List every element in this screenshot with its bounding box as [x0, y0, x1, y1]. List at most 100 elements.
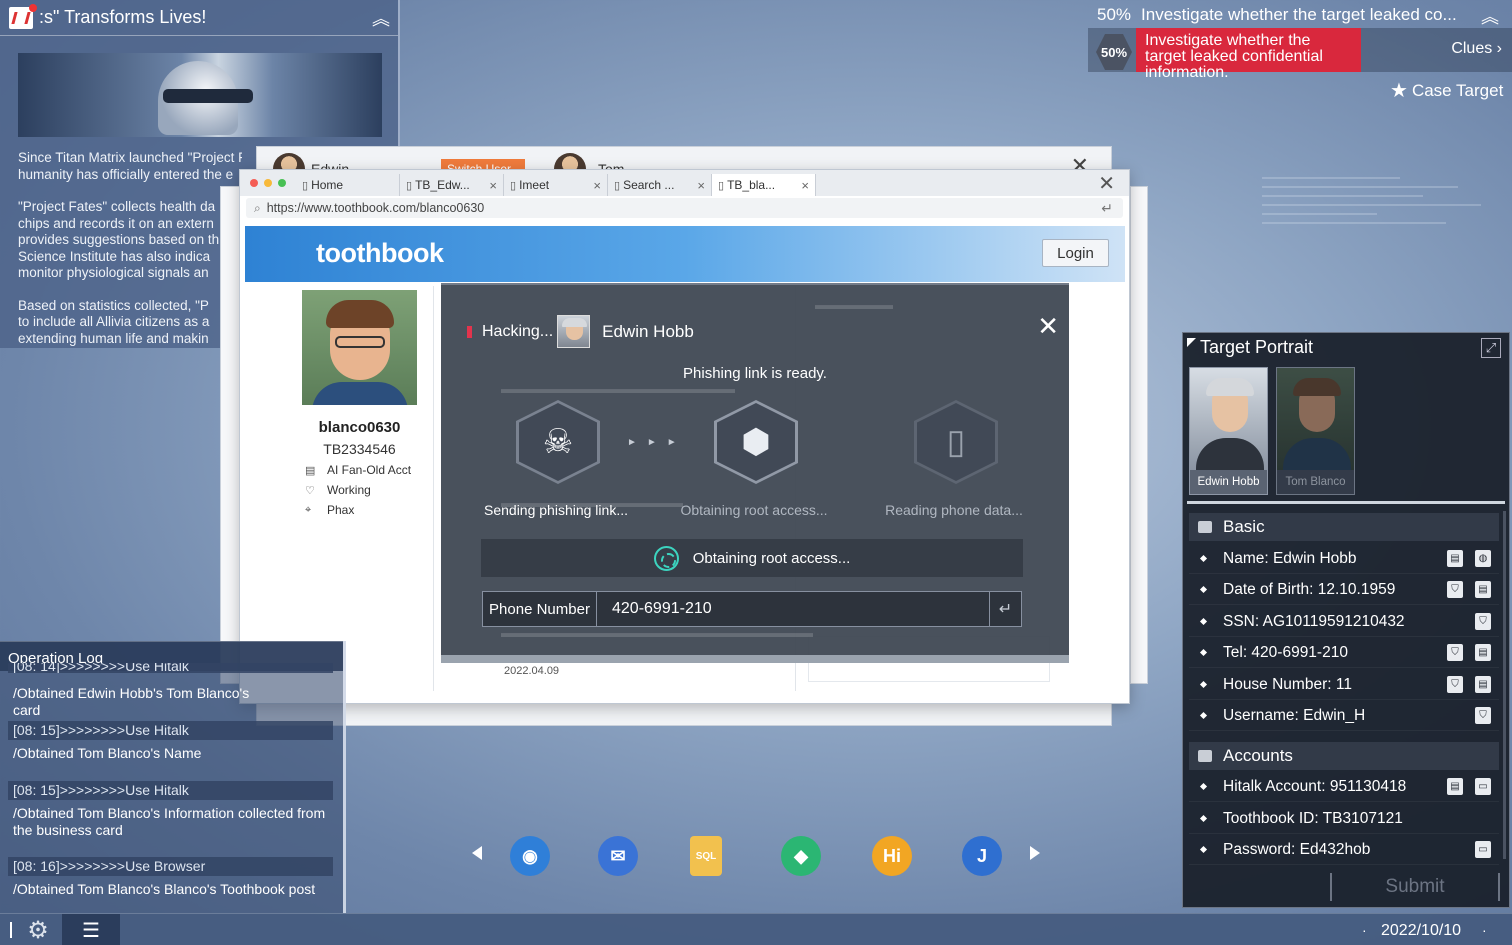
- accounts-icon: [1198, 750, 1212, 762]
- hitalk-app-icon[interactable]: Hi: [872, 836, 912, 876]
- profile-info-text: Phax: [327, 503, 355, 517]
- window-close-dot[interactable]: [250, 179, 258, 187]
- objective-bar[interactable]: 50% Investigate whether the target leake…: [1097, 3, 1509, 27]
- case-target-button[interactable]: ★ Case Target: [1390, 78, 1503, 103]
- star-icon: ★: [1390, 80, 1408, 102]
- browser-app-icon[interactable]: ◉: [510, 836, 550, 876]
- doc-icon[interactable]: ▤: [1447, 550, 1463, 567]
- date-display: 2022/10/10: [1381, 922, 1462, 939]
- shield-icon[interactable]: ⛉: [1447, 676, 1463, 693]
- field-text: Tel: 420-6991-210: [1223, 643, 1348, 661]
- field-dob[interactable]: Date of Birth: 12.10.1959 ⛉ ▤: [1189, 575, 1499, 605]
- shield-icon[interactable]: ⛉: [1447, 644, 1463, 661]
- chat-icon[interactable]: ▭: [1475, 778, 1491, 795]
- tab-search[interactable]: ▯ Search ... ×: [608, 174, 712, 196]
- shield-icon[interactable]: ⛉: [1475, 707, 1491, 724]
- dock-next-icon[interactable]: [1030, 846, 1040, 860]
- task-list-icon[interactable]: ☰: [62, 914, 120, 945]
- calendar-icon: ▤: [305, 464, 316, 477]
- shield-icon[interactable]: ⛉: [1447, 581, 1463, 598]
- tab-label: Search ...: [623, 178, 675, 192]
- log-message: /Obtained Tom Blanco's Name: [13, 745, 202, 761]
- step-label: Sending phishing link...: [484, 502, 628, 518]
- window-maximize-dot[interactable]: [278, 179, 286, 187]
- enter-icon[interactable]: ↵: [989, 592, 1021, 626]
- hacking-dialog: ▬▬▬▬▬▬ ▬▬▬▬▬▬▬▬▬▬▬▬▬▬▬▬▬▬ ▬▬▬▬▬▬▬▬▬▬▬▬▬▬…: [441, 283, 1069, 663]
- field-name[interactable]: Name: Edwin Hobb ▤ ◍: [1189, 544, 1499, 574]
- background-window-edge: [1130, 186, 1148, 684]
- target-card-name: Tom Blanco: [1277, 470, 1354, 494]
- close-icon[interactable]: ✕: [1098, 171, 1115, 196]
- field-hitalk[interactable]: Hitalk Account: 951130418 ▤ ▭: [1189, 772, 1499, 802]
- location-icon: ⌖: [305, 503, 312, 516]
- field-tel[interactable]: Tel: 420-6991-210 ⛉ ▤: [1189, 638, 1499, 668]
- tab-close-icon[interactable]: ×: [697, 178, 705, 193]
- dock-prev-icon[interactable]: [472, 846, 482, 860]
- clues-button[interactable]: Clues ›: [1451, 40, 1502, 58]
- field-password[interactable]: Password: Ed432hob ▭: [1189, 835, 1499, 865]
- doc-icon[interactable]: ▤: [1475, 581, 1491, 598]
- news-image: [18, 53, 382, 137]
- bookmark-icon: ▯: [614, 179, 621, 192]
- id-card-icon: [1198, 521, 1212, 533]
- doc-icon[interactable]: ▤: [1475, 676, 1491, 693]
- phone-number-input[interactable]: 420-6991-210: [597, 600, 989, 618]
- target-card-name: Edwin Hobb: [1190, 470, 1267, 494]
- tab-close-icon[interactable]: ×: [489, 178, 497, 193]
- hacking-progress: Obtaining root access...: [481, 539, 1023, 577]
- log-timestamp: [08: 15]>>>>>>>>Use Hitalk: [8, 781, 333, 800]
- gear-icon[interactable]: ⚙: [18, 917, 58, 944]
- tab-tb-edwin[interactable]: ▯ TB_Edw... ×: [400, 174, 504, 196]
- objective-title-top: Investigate whether the target leaked co…: [1141, 5, 1457, 24]
- field-text: Toothbook ID: TB3107121: [1223, 809, 1403, 827]
- doc-icon[interactable]: ▤: [1475, 644, 1491, 661]
- tab-imeet[interactable]: ▯ Imeet ×: [504, 174, 608, 196]
- shield-icon[interactable]: ⛉: [1475, 613, 1491, 630]
- submit-button[interactable]: Submit: [1330, 873, 1500, 901]
- login-button[interactable]: Login: [1042, 239, 1109, 267]
- expand-icon[interactable]: ⤢: [1481, 338, 1501, 358]
- tab-tb-blanco[interactable]: ▯ TB_bla... ×: [712, 174, 816, 196]
- tab-home[interactable]: ▯ Home: [296, 174, 400, 196]
- window-minimize-dot[interactable]: [264, 179, 272, 187]
- collapse-icon[interactable]: ︽: [1481, 3, 1499, 29]
- field-username[interactable]: Username: Edwin_H ⛉: [1189, 701, 1499, 731]
- objective-box[interactable]: 50% Investigate whether the target leake…: [1088, 28, 1512, 81]
- corner-marker: [1187, 338, 1196, 347]
- target-card-edwin[interactable]: Edwin Hobb: [1189, 367, 1268, 495]
- field-house[interactable]: House Number: 11 ⛉ ▤: [1189, 670, 1499, 700]
- bookmark-icon: ▯: [510, 179, 517, 192]
- news-header: :s" Transforms Lives! ︽: [0, 0, 398, 36]
- hook-app-icon[interactable]: J: [962, 836, 1002, 876]
- dot-icon: ·: [1362, 922, 1367, 938]
- objective-text: Investigate whether the target leaked co…: [1136, 28, 1361, 81]
- field-text: Name: Edwin Hobb: [1223, 549, 1357, 567]
- log-timestamp: [08: 16]>>>>>>>>Use Browser: [8, 857, 333, 876]
- toothbook-logo: toothbook: [316, 238, 444, 268]
- tab-close-icon[interactable]: ×: [801, 178, 809, 193]
- taskbar: ⚙ ☰ · 2022/10/10 ·: [0, 913, 1512, 945]
- field-ssn[interactable]: SSN: AG10119591210432 ⛉: [1189, 607, 1499, 637]
- search-icon: ⌕: [254, 200, 261, 215]
- field-toothbook[interactable]: Toothbook ID: TB3107121: [1189, 804, 1499, 834]
- mail-app-icon[interactable]: ✉: [598, 836, 638, 876]
- enter-icon[interactable]: ↵: [1101, 200, 1113, 217]
- field-text: Hitalk Account: 951130418: [1223, 777, 1407, 795]
- target-card-tom[interactable]: Tom Blanco: [1276, 367, 1355, 495]
- globe-icon[interactable]: ◍: [1475, 550, 1491, 567]
- doc-icon[interactable]: ▤: [1447, 778, 1463, 795]
- vpn-app-icon[interactable]: ◆: [781, 836, 821, 876]
- collapse-icon[interactable]: ︽: [364, 5, 398, 31]
- scrollbar[interactable]: [1503, 511, 1506, 859]
- step-label: Obtaining root access...: [680, 502, 828, 518]
- tab-close-icon[interactable]: ×: [593, 178, 601, 193]
- operation-log: Operation Log [08: 14]>>>>>>>>Use Hitalk…: [0, 641, 346, 913]
- hacking-header: Hacking... Edwin Hobb: [467, 315, 694, 348]
- close-icon[interactable]: ✕: [1037, 313, 1059, 339]
- chat-icon[interactable]: ▭: [1475, 841, 1491, 858]
- progress-text: Obtaining root access...: [692, 549, 851, 567]
- sql-app-icon[interactable]: SQL: [690, 836, 722, 876]
- phone-number-field[interactable]: Phone Number 420-6991-210 ↵: [482, 591, 1022, 627]
- address-bar[interactable]: ⌕ https://www.toothbook.com/blanco0630 ↵: [246, 198, 1123, 218]
- field-text: Date of Birth: 12.10.1959: [1223, 580, 1396, 598]
